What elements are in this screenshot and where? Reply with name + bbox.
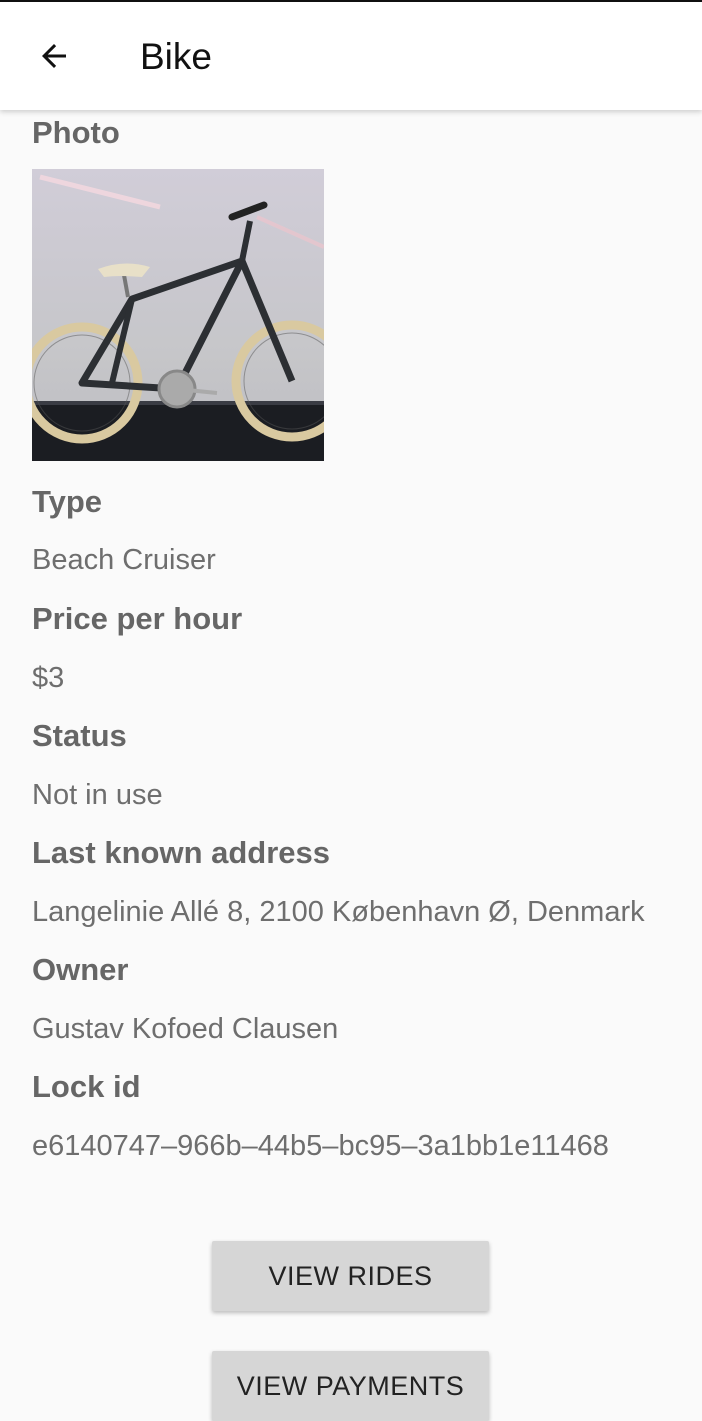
app-bar: Bike — [0, 2, 702, 110]
lock-id-value: e6140747–966b–44b5–bc95–3a1bb1e11468 — [32, 1130, 609, 1162]
address-label: Last known address — [32, 835, 331, 870]
back-button[interactable] — [22, 24, 86, 88]
lock-id-label: Lock id — [32, 1069, 141, 1104]
owner-label: Owner — [32, 952, 129, 987]
photo-label: Photo — [32, 115, 120, 150]
type-label: Type — [32, 484, 103, 519]
view-payments-button[interactable]: VIEW PAYMENTS — [212, 1351, 489, 1421]
status-label: Status — [32, 718, 127, 753]
arrow-left-icon — [42, 44, 66, 68]
owner-value: Gustav Kofoed Clausen — [32, 1013, 339, 1045]
status-value: Not in use — [32, 779, 163, 811]
price-value: $3 — [32, 662, 65, 694]
price-label: Price per hour — [32, 601, 243, 636]
view-rides-button[interactable]: VIEW RIDES — [212, 1241, 489, 1311]
bike-photo — [32, 169, 324, 461]
address-value: Langelinie Allé 8, 2100 København Ø, Den… — [32, 896, 645, 928]
type-value: Beach Cruiser — [32, 544, 216, 576]
page-title: Bike — [140, 36, 212, 77]
